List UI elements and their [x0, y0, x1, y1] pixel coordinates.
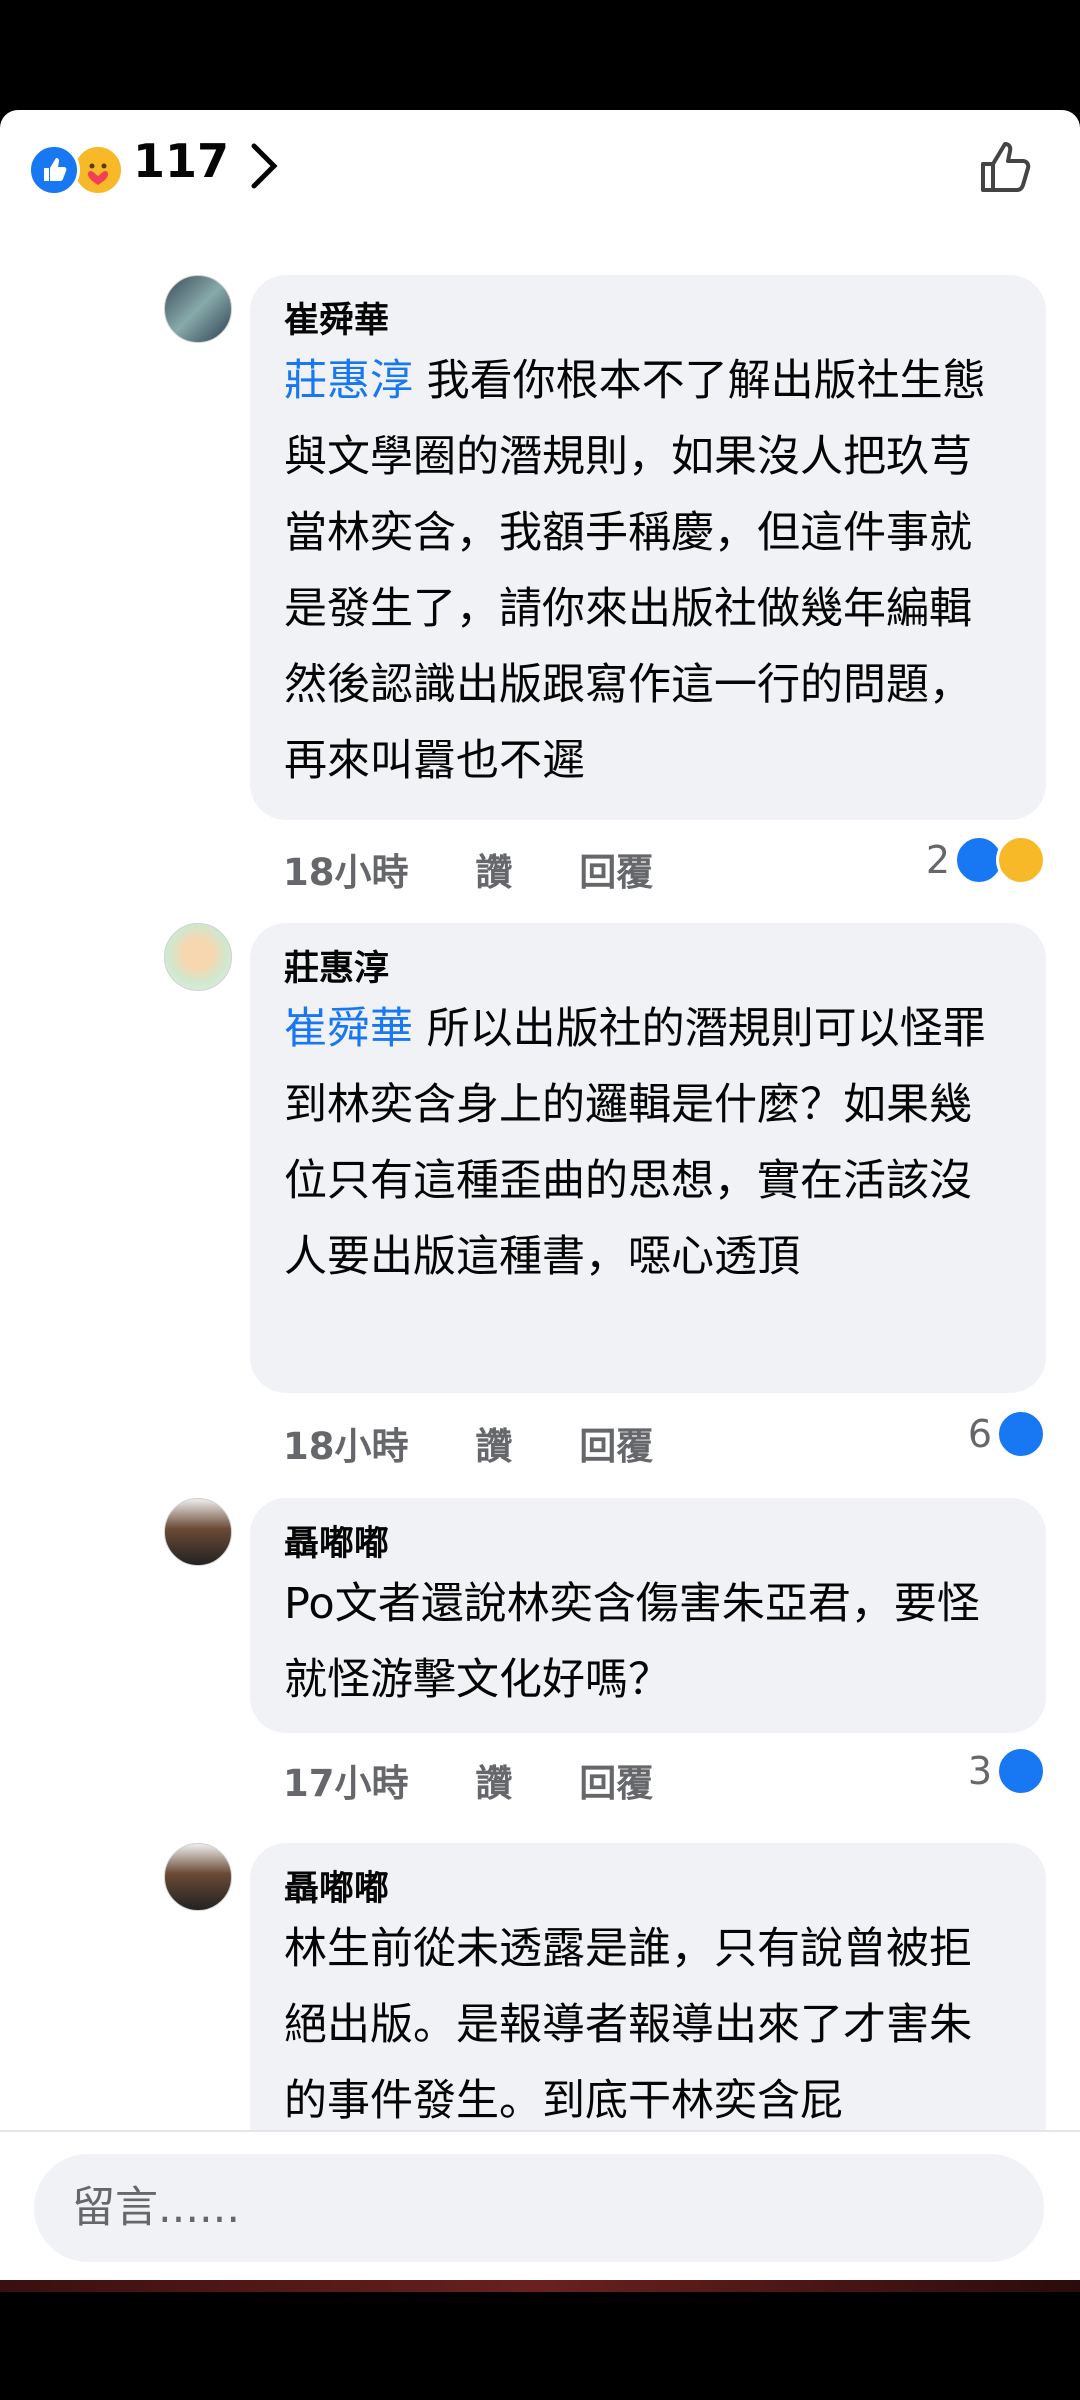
bottom-strip [0, 2280, 1080, 2292]
comment-reaction-count: 3 [967, 1749, 992, 1793]
avatar[interactable] [164, 1498, 232, 1566]
avatar[interactable] [164, 275, 232, 343]
like-button[interactable]: 讚 [475, 1425, 512, 1468]
reactions-bar[interactable]: 117 [0, 110, 1080, 230]
comment-bubble[interactable]: 聶嘟嘟 Po文者還說林奕含傷害朱亞君，要怪就怪游擊文化好嗎？ [250, 1498, 1046, 1733]
comment-time: 18小時 [283, 1425, 409, 1468]
comment-meta: 17小時 讚 回覆 [283, 1753, 707, 1807]
comment-bubble[interactable]: 崔舜華 莊惠淳 我看你根本不了解出版社生態與文學圈的潛規則，如果沒人把玖芎當林奕… [250, 275, 1046, 820]
chevron-right-icon[interactable] [244, 140, 284, 192]
haha-reaction-icon [996, 835, 1046, 885]
comment-author[interactable]: 聶嘟嘟 [284, 1867, 1012, 1911]
like-button[interactable]: 讚 [475, 851, 512, 894]
reaction-count: 117 [133, 134, 230, 188]
mention-link[interactable]: 莊惠淳 [284, 356, 413, 406]
avatar[interactable] [164, 1843, 232, 1911]
comment-author[interactable]: 聶嘟嘟 [284, 1522, 1012, 1566]
comment-meta: 18小時 讚 回覆 [283, 1416, 707, 1470]
comment-composer [0, 2130, 1080, 2280]
like-reaction-icon [996, 1746, 1046, 1796]
reply-button[interactable]: 回覆 [579, 1762, 653, 1805]
status-area [0, 0, 1080, 110]
avatar[interactable] [164, 923, 232, 991]
like-reaction-icon [28, 144, 80, 196]
comment-author[interactable]: 崔舜華 [284, 299, 1012, 343]
like-outline-icon[interactable] [975, 136, 1037, 198]
comment-text: 崔舜華 所以出版社的潛規則可以怪罪到林奕含身上的邏輯是什麼？如果幾位只有這種歪曲… [284, 991, 1012, 1295]
comment-time: 18小時 [283, 851, 409, 894]
comment-text: 林生前從未透露是誰，只有說曾被拒絕出版。是報導者報導出來了才害朱的事件發生。到底… [284, 1924, 972, 2126]
reply-button[interactable]: 回覆 [579, 851, 653, 894]
like-button[interactable]: 讚 [475, 1762, 512, 1805]
comment-text: Po文者還說林奕含傷害朱亞君，要怪就怪游擊文化好嗎？ [284, 1579, 980, 1705]
comment-author[interactable]: 莊惠淳 [284, 947, 1012, 991]
comment-body: 我看你根本不了解出版社生態與文學圈的潛規則，如果沒人把玖芎當林奕含，我額手稱慶，… [284, 356, 986, 786]
comment-reaction-count: 6 [967, 1412, 992, 1456]
comment-time: 17小時 [283, 1762, 409, 1805]
reply-button[interactable]: 回覆 [579, 1425, 653, 1468]
comment-reactions[interactable]: 2 [926, 835, 1046, 885]
comment-reactions[interactable]: 6 [968, 1409, 1046, 1459]
like-reaction-icon [996, 1409, 1046, 1459]
mention-link[interactable]: 崔舜華 [284, 1004, 413, 1054]
comments-sheet: 117 崔舜華 莊惠淳 我看你根本不了解出版社生態與文學圈的潛規則，如果沒人把玖… [0, 110, 1080, 2280]
comment-text: 莊惠淳 我看你根本不了解出版社生態與文學圈的潛規則，如果沒人把玖芎當林奕含，我額… [284, 343, 1012, 799]
comment-reaction-count: 2 [925, 838, 950, 882]
comment-bubble[interactable]: 莊惠淳 崔舜華 所以出版社的潛規則可以怪罪到林奕含身上的邏輯是什麼？如果幾位只有… [250, 923, 1046, 1393]
comment-meta: 18小時 讚 回覆 [283, 842, 707, 896]
comment-reactions[interactable]: 3 [968, 1746, 1046, 1796]
comment-input[interactable] [34, 2154, 1044, 2262]
